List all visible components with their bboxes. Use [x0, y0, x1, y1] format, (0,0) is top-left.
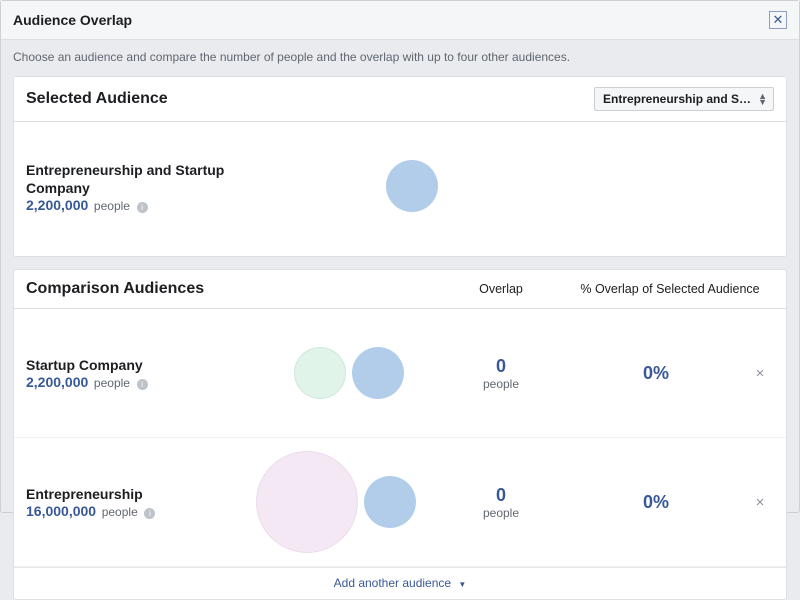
remove-cell: × [746, 494, 774, 511]
comparison-panel: Comparison Audiences Overlap % Overlap o… [13, 269, 787, 600]
people-label: people [94, 199, 130, 213]
percent-cell: 0% [566, 363, 746, 384]
selected-circle-icon [352, 347, 404, 399]
audience-overlap-modal: Audience Overlap ✕ Choose an audience an… [0, 0, 800, 513]
comparison-audience-count: 16,000,000 [26, 503, 96, 519]
selected-circle-icon [386, 160, 438, 212]
people-label: people [102, 505, 138, 519]
selected-audience-row: Entrepreneurship and Startup Company 2,2… [14, 122, 786, 256]
selected-audience-name: Entrepreneurship and Startup Company [26, 161, 256, 197]
sort-icon: ▲▼ [758, 93, 767, 105]
comparison-circle-icon [294, 347, 346, 399]
overlap-count: 0 [436, 356, 566, 377]
selected-venn [256, 142, 456, 232]
selected-panel-header: Selected Audience Entrepreneurship and S… [14, 77, 786, 122]
remove-cell: × [746, 365, 774, 382]
selected-audience-panel: Selected Audience Entrepreneurship and S… [13, 76, 787, 257]
overlap-count: 0 [436, 485, 566, 506]
remove-row-button[interactable]: × [756, 365, 765, 382]
comparison-venn [226, 323, 436, 423]
overlap-percent: 0% [566, 492, 746, 513]
add-another-label: Add another audience [334, 576, 451, 590]
comparison-row: Startup Company 2,200,000 people i 0 peo… [14, 309, 786, 438]
comparison-header: Comparison Audiences Overlap % Overlap o… [14, 270, 786, 309]
comparison-audience-info: Startup Company 2,200,000 people i [26, 356, 226, 390]
selected-audience-count: 2,200,000 [26, 197, 88, 213]
info-icon[interactable]: i [144, 508, 155, 519]
percent-cell: 0% [566, 492, 746, 513]
overlap-cell: 0 people [436, 356, 566, 391]
remove-row-button[interactable]: × [756, 494, 765, 511]
modal-subhead: Choose an audience and compare the numbe… [1, 40, 799, 76]
info-icon[interactable]: i [137, 379, 148, 390]
info-icon[interactable]: i [137, 202, 148, 213]
comparison-row: Entrepreneurship 16,000,000 people i 0 p… [14, 438, 786, 567]
overlap-column-header: Overlap [436, 282, 566, 296]
selected-circle-icon [364, 476, 416, 528]
comparison-audience-name: Entrepreneurship [26, 485, 226, 503]
comparison-audience-info: Entrepreneurship 16,000,000 people i [26, 485, 226, 519]
selected-panel-title: Selected Audience [26, 90, 168, 108]
people-label: people [94, 376, 130, 390]
selected-audience-dropdown[interactable]: Entrepreneurship and Startu… ▲▼ [594, 87, 774, 111]
comparison-title: Comparison Audiences [26, 280, 436, 298]
comparison-audience-count: 2,200,000 [26, 374, 88, 390]
selected-audience-info: Entrepreneurship and Startup Company 2,2… [26, 161, 256, 213]
comparison-venn [226, 452, 436, 552]
modal-header: Audience Overlap ✕ [1, 1, 799, 40]
modal-close-button[interactable]: ✕ [769, 11, 787, 29]
chevron-down-icon: ▼ [458, 580, 466, 589]
comparison-circle-icon [256, 451, 358, 553]
overlap-people-label: people [436, 377, 566, 391]
overlap-cell: 0 people [436, 485, 566, 520]
comparison-audience-name: Startup Company [26, 356, 226, 374]
percent-column-header: % Overlap of Selected Audience [566, 282, 774, 296]
close-icon: ✕ [773, 12, 784, 28]
overlap-percent: 0% [566, 363, 746, 384]
dropdown-label: Entrepreneurship and Startu… [603, 92, 774, 106]
add-another-audience-button[interactable]: Add another audience ▼ [14, 567, 786, 599]
modal-title: Audience Overlap [13, 12, 132, 28]
